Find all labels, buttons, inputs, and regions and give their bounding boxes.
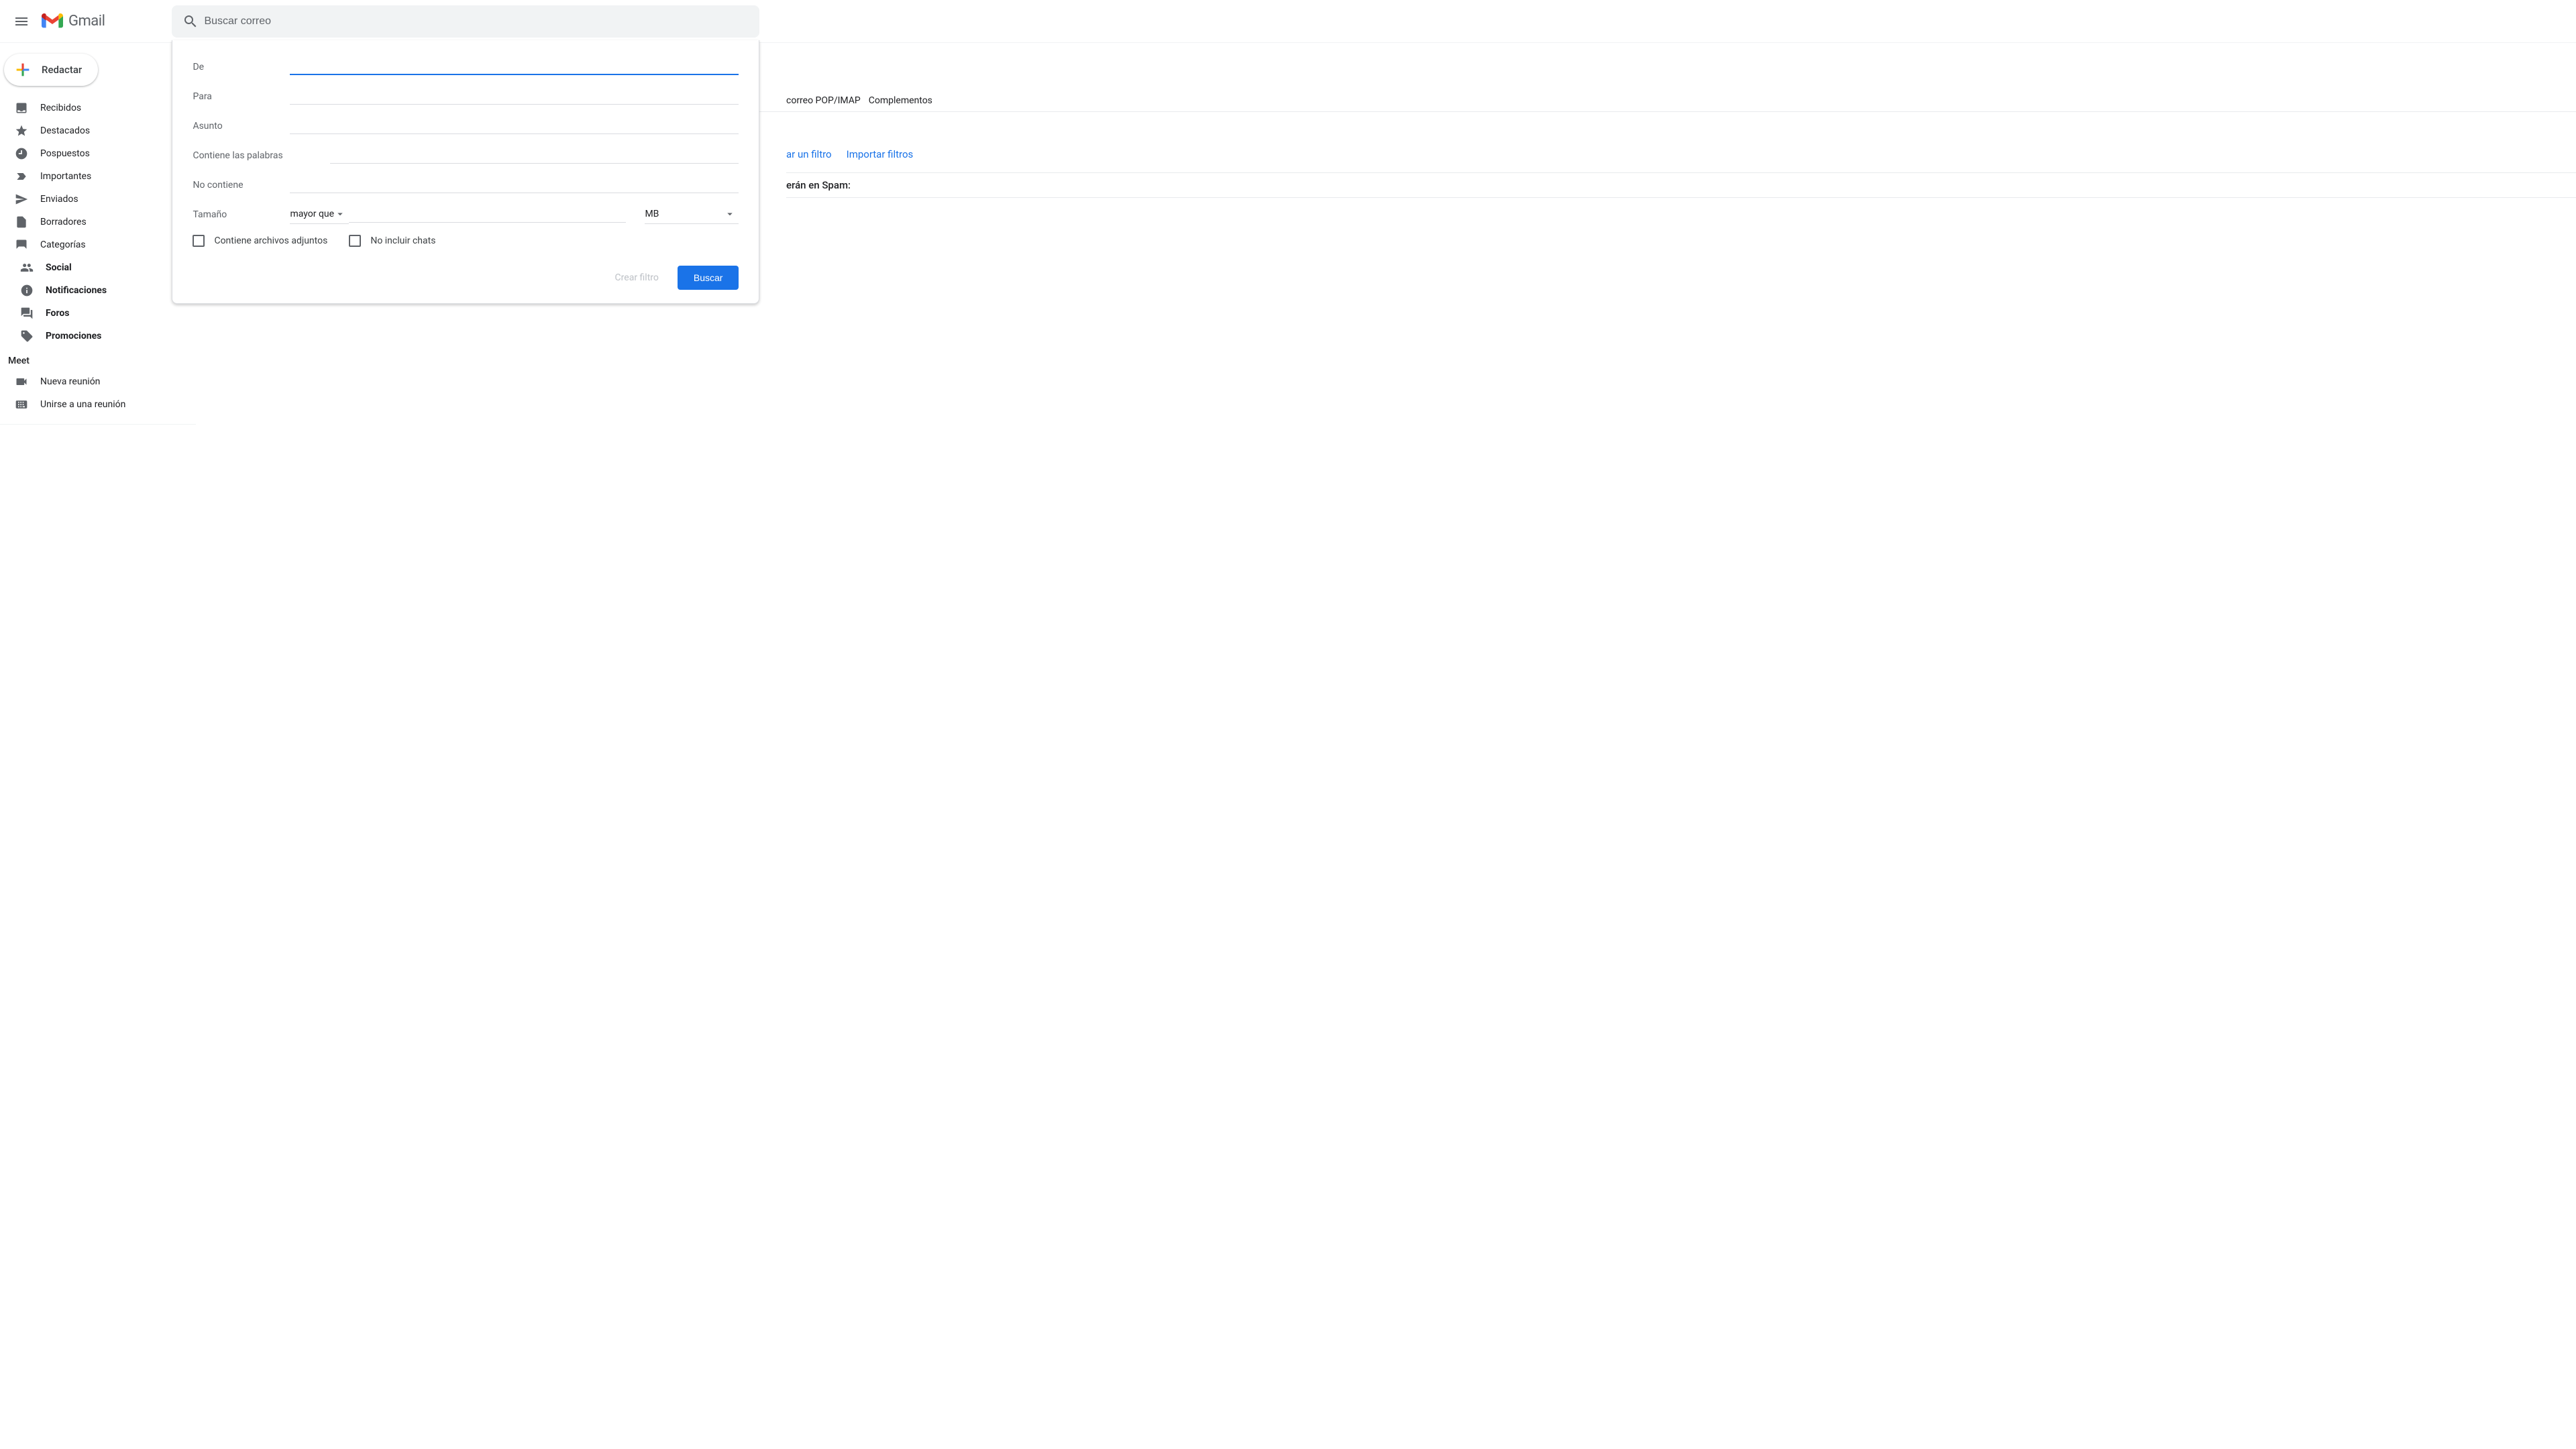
filter-to-input[interactable] [290,89,739,105]
import-filters-link[interactable]: Importar filtros [847,148,914,160]
info-icon [20,284,34,297]
filter-subject-label: Asunto [193,121,290,131]
sidebar-item-join-meeting[interactable]: Unirse a una reunión [0,393,196,416]
search-container: De Para Asunto Contiene las palabras No … [172,5,759,38]
sidebar-item-categories[interactable]: Categorías [0,233,196,256]
label-icon [15,238,28,252]
filter-nothas-input[interactable] [290,177,739,193]
sidebar-item-label: Categorías [40,239,86,250]
sidebar-item-label: Unirse a una reunión [40,399,125,410]
brand-logo[interactable]: Gmail [42,13,105,30]
app-header: Gmail De Para Asunto Contiene las palab [0,0,2576,43]
tag-icon [20,329,34,343]
checkbox-icon [349,235,361,247]
sidebar-divider [0,424,196,425]
sidebar-item-label: Destacados [40,125,90,136]
main-menu-button[interactable] [5,5,38,38]
keyboard-icon [15,398,28,411]
sidebar-item-label: Promociones [46,331,101,341]
sidebar-item-label: Notificaciones [46,285,107,296]
sidebar-item-starred[interactable]: Destacados [0,119,196,142]
filter-size-op-select[interactable]: mayor que [290,205,349,224]
people-icon [20,261,34,274]
sidebar-item-label: Social [46,262,72,273]
compose-button[interactable]: Redactar [4,54,98,86]
filter-haswords-input[interactable] [330,148,739,164]
sidebar-item-label: Foros [46,308,69,319]
file-icon [15,215,28,229]
filter-from-input[interactable] [290,59,739,75]
sidebar-item-inbox[interactable]: Recibidos [0,97,196,119]
meet-section-label: Meet [0,347,196,370]
spam-hint-text: erán en Spam: [786,172,2576,198]
search-input[interactable] [204,15,754,28]
filter-has-attachment-label: Contiene archivos adjuntos [214,235,327,246]
filter-size-op-value: mayor que [290,209,334,219]
sidebar-item-label: Pospuestos [40,148,90,159]
sidebar-item-label: Enviados [40,194,78,205]
tab-addons[interactable]: Complementos [869,95,932,111]
hamburger-icon [13,13,30,30]
video-icon [15,375,28,388]
search-bar[interactable] [172,5,759,38]
sidebar-item-drafts[interactable]: Borradores [0,211,196,233]
clock-icon [15,147,28,160]
filter-has-attachment-checkbox[interactable]: Contiene archivos adjuntos [193,235,327,247]
send-icon [15,193,28,206]
filter-haswords-label: Contiene las palabras [193,150,330,161]
sidebar: Redactar Recibidos Destacados Pospuestos… [0,43,196,1449]
sidebar-item-label: Recibidos [40,103,81,113]
filter-from-label: De [193,62,290,72]
inbox-icon [15,101,28,115]
sidebar-item-new-meeting[interactable]: Nueva reunión [0,370,196,393]
filter-size-unit-select[interactable]: MB [645,205,739,224]
filter-size-unit-value: MB [645,209,659,219]
sidebar-item-label: Importantes [40,171,91,182]
sidebar-category-forums[interactable]: Foros [0,302,196,325]
advanced-search-panel: De Para Asunto Contiene las palabras No … [172,40,759,304]
sidebar-category-promotions[interactable]: Promociones [0,325,196,347]
sidebar-item-label: Nueva reunión [40,376,100,387]
tab-pop-imap[interactable]: correo POP/IMAP [786,95,861,111]
filter-nothas-label: No contiene [193,180,290,191]
filter-size-label: Tamaño [193,209,290,220]
filter-subject-input[interactable] [290,118,739,134]
filter-size-value-input[interactable] [349,207,626,223]
sidebar-item-sent[interactable]: Enviados [0,188,196,211]
gmail-icon [42,13,63,30]
star-icon [15,124,28,138]
create-filter-button: Crear filtro [615,272,659,283]
filter-to-label: Para [193,91,290,102]
sidebar-item-label: Borradores [40,217,87,227]
sidebar-category-social[interactable]: Social [0,256,196,279]
search-icon[interactable] [177,8,204,35]
sidebar-item-snoozed[interactable]: Pospuestos [0,142,196,165]
forum-icon [20,307,34,320]
filter-no-chats-label: No incluir chats [370,235,435,246]
dropdown-icon [334,208,346,220]
search-button[interactable]: Buscar [678,266,739,290]
plus-icon [13,60,32,79]
compose-label: Redactar [42,64,82,76]
create-filter-link[interactable]: ar un filtro [786,148,832,160]
important-icon [15,170,28,183]
brand-text: Gmail [68,13,105,30]
sidebar-category-updates[interactable]: Notificaciones [0,279,196,302]
dropdown-icon [724,208,736,220]
checkbox-icon [193,235,205,247]
sidebar-item-important[interactable]: Importantes [0,165,196,188]
filter-no-chats-checkbox[interactable]: No incluir chats [349,235,435,247]
